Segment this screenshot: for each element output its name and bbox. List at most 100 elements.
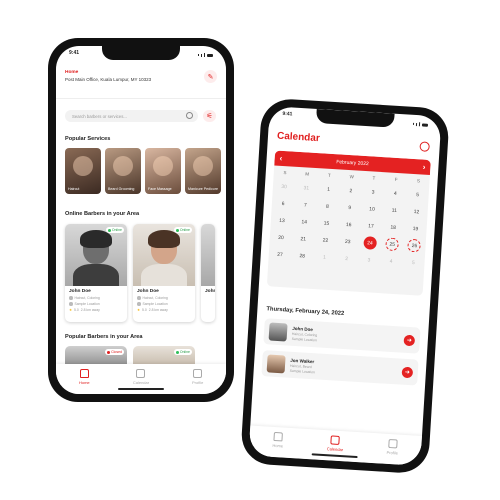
calendar-day[interactable]: 3: [357, 253, 380, 267]
calendar-day[interactable]: 1: [317, 182, 340, 196]
filter-icon: ⚟: [206, 113, 213, 120]
calendar-day[interactable]: 2: [335, 251, 358, 265]
popular-barbers-list: Closed Online: [65, 346, 195, 366]
calendar-day[interactable]: 12: [405, 205, 428, 219]
calendar-day[interactable]: 13: [271, 213, 294, 227]
calendar-day[interactable]: 7: [294, 198, 317, 212]
pencil-icon: ✎: [207, 73, 214, 81]
weekday-label: F: [394, 176, 398, 183]
status-bar: 9:41: [56, 50, 226, 60]
calendar-day[interactable]: 15: [315, 216, 338, 230]
service-image: [113, 156, 133, 176]
calendar-day[interactable]: 6: [272, 196, 295, 210]
service-image: [73, 156, 93, 176]
calendar-icon: [330, 435, 341, 445]
home-icon: [79, 369, 89, 378]
service-label: Beard Grooming: [108, 186, 135, 191]
location-address: Post Main Office, Kuala Lumpur, MY 10323: [65, 77, 152, 82]
service-label: Haircut: [68, 186, 80, 191]
calendar-day[interactable]: 5: [402, 255, 425, 269]
calendar-day[interactable]: 20: [269, 230, 292, 244]
calendar-day[interactable]: 17: [359, 219, 382, 233]
barber-card[interactable]: Online John Doe Haircut, Coloring Sample…: [133, 224, 195, 322]
calendar-day[interactable]: 3: [362, 185, 385, 199]
clock-icon[interactable]: [419, 141, 430, 152]
mockup-scene: 9:41 Home Post Main Office, Kuala Lumpur…: [0, 0, 500, 500]
calendar-day[interactable]: 27: [268, 247, 291, 261]
calendar-day[interactable]: 30: [273, 179, 296, 193]
page-title: Calendar: [276, 130, 321, 145]
pin-icon: [69, 302, 73, 306]
status-time: 9:41: [282, 110, 293, 118]
barber-photo: [201, 224, 215, 286]
calendar-day[interactable]: 11: [383, 203, 406, 217]
filter-button[interactable]: ⚟: [203, 110, 216, 122]
barber-rating: ★ 5.0 2.8 km away: [137, 308, 168, 312]
service-card[interactable]: Face Massage: [145, 148, 181, 194]
tab-home[interactable]: Home: [258, 431, 299, 449]
calendar-day[interactable]: 2: [339, 184, 362, 198]
online-badge: Online: [173, 349, 192, 355]
scissors-icon: [137, 296, 141, 300]
calendar-day[interactable]: 23: [336, 234, 359, 248]
profile-icon: [388, 438, 398, 449]
calendar-widget: ‹ February 2022 › SMTWTFS 30 31 1 2 3 4 5 6 7 8 9 1…: [266, 150, 431, 296]
online-barbers-list: Online John Doe Haircut, Coloring Sample…: [65, 224, 215, 322]
divider: [56, 98, 226, 99]
calendar-day[interactable]: 8: [316, 199, 339, 213]
popular-barber-card[interactable]: Online: [133, 346, 195, 366]
appointment-card[interactable]: Jon Walker Haircut, Beard Sample Locatio…: [261, 350, 419, 386]
tab-home[interactable]: Home: [64, 369, 104, 385]
calendar-day[interactable]: 1: [313, 250, 336, 264]
tab-bar: Home Calendar Profile: [248, 425, 422, 466]
calendar-screen: 9:41 Calendar ‹ February 2022 › SMTWTFS …: [248, 106, 442, 466]
prev-month-button[interactable]: ‹: [279, 154, 282, 163]
calendar-day[interactable]: 28: [291, 249, 314, 263]
calendar-day[interactable]: 10: [361, 202, 384, 216]
service-card[interactable]: Haircut: [65, 148, 101, 194]
tab-profile[interactable]: Profile: [178, 369, 218, 385]
barber-photo: Online: [65, 224, 127, 286]
home-icon: [273, 431, 284, 442]
calendar-day[interactable]: 24: [358, 236, 381, 250]
popular-services-title: Popular Services: [65, 136, 111, 142]
calendar-day[interactable]: 9: [338, 200, 361, 214]
arrow-right-icon[interactable]: ➜: [403, 334, 416, 346]
status-time: 9:41: [69, 50, 80, 56]
calendar-day[interactable]: 14: [293, 215, 316, 229]
calendar-day[interactable]: 4: [384, 186, 407, 200]
calendar-day[interactable]: 25: [381, 237, 404, 252]
popular-barber-card[interactable]: Closed: [65, 346, 127, 366]
weekday-label: W: [349, 174, 354, 180]
barber-card[interactable]: John: [201, 224, 215, 322]
calendar-day[interactable]: 31: [295, 181, 318, 195]
service-card[interactable]: Beard Grooming: [105, 148, 141, 194]
tab-calendar[interactable]: Calendar: [121, 369, 161, 385]
search-input[interactable]: Search barbers or services...: [65, 110, 198, 122]
calendar-day[interactable]: 18: [382, 220, 405, 234]
arrow-right-icon[interactable]: ➜: [401, 366, 414, 378]
tab-profile[interactable]: Profile: [372, 438, 413, 456]
tab-calendar[interactable]: Calendar: [315, 434, 356, 452]
day-grid: 30 31 1 2 3 4 5 6 7 8 9 10 11 12 13 14 15 16 17 18 19 20 21 22 2…: [268, 176, 429, 272]
online-badge: Online: [173, 227, 192, 233]
calendar-day[interactable]: 19: [404, 222, 427, 236]
barber-card[interactable]: Online John Doe Haircut, Coloring Sample…: [65, 224, 127, 322]
next-month-button[interactable]: ›: [422, 163, 425, 172]
calendar-day[interactable]: 5: [406, 188, 429, 202]
barber-name: John: [205, 289, 215, 294]
signal-icon: [412, 119, 429, 130]
service-card[interactable]: Manicure Pedicure: [185, 148, 221, 194]
avatar: [266, 354, 286, 374]
calendar-day[interactable]: 4: [380, 254, 403, 268]
calendar-day[interactable]: 26: [403, 238, 426, 253]
calendar-day[interactable]: 22: [314, 233, 337, 247]
calendar-day[interactable]: 16: [337, 217, 360, 231]
search-icon: [186, 112, 193, 119]
barber-name: John Doe: [137, 289, 159, 294]
service-image: [193, 156, 213, 176]
edit-location-button[interactable]: ✎: [204, 70, 217, 83]
weekday-label: T: [327, 172, 331, 178]
appointment-card[interactable]: John Doe Haircut, Coloring Sample Locati…: [263, 318, 421, 354]
calendar-day[interactable]: 21: [292, 232, 315, 246]
